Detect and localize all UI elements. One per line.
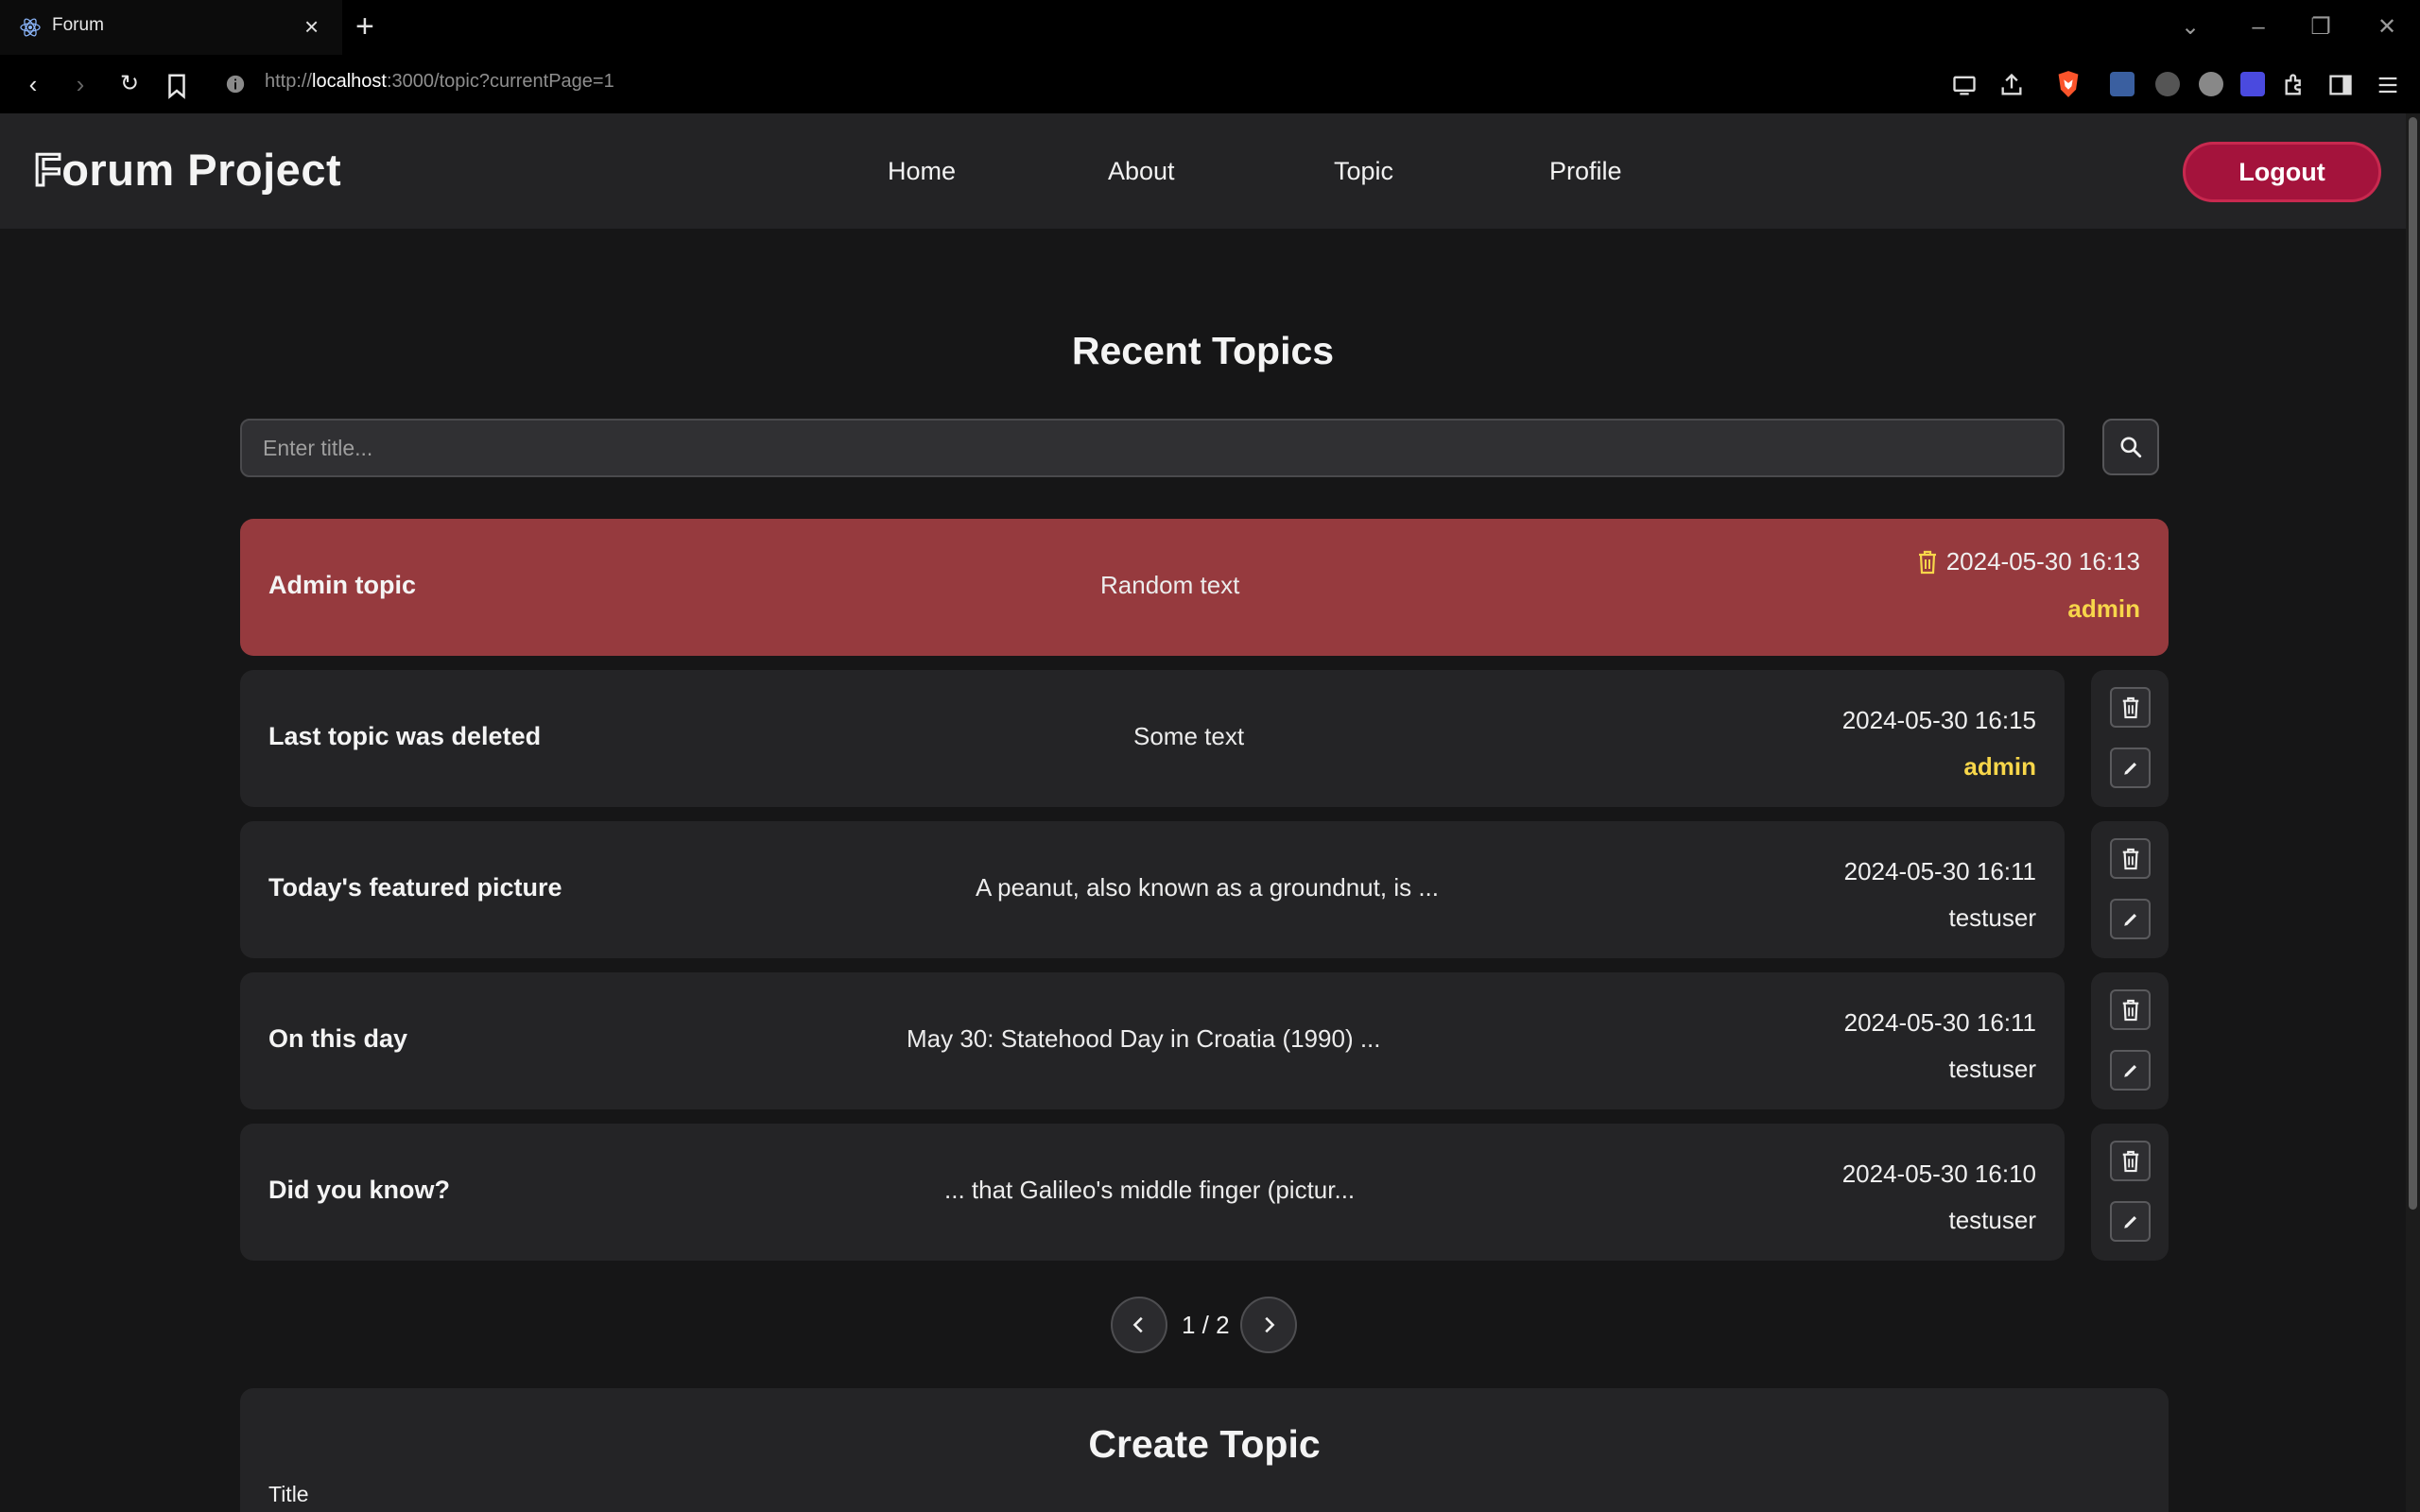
sidebar-icon[interactable] — [2327, 72, 2354, 98]
create-topic-title: Create Topic — [1088, 1422, 1321, 1466]
topic-row[interactable]: Last topic was deleted Some text 2024-05… — [240, 670, 2065, 807]
trash-icon[interactable] — [1916, 550, 1939, 575]
extension-icon[interactable] — [2110, 72, 2135, 96]
page-indicator: 1 / 2 — [1182, 1311, 1230, 1339]
topic-date: 2024-05-30 16:11 — [1843, 1008, 2036, 1037]
topic-author[interactable]: admin — [2067, 594, 2140, 624]
topic-title: On this day — [268, 1024, 408, 1053]
restore-icon[interactable]: ❐ — [2307, 13, 2335, 42]
topic-actions — [2091, 1124, 2169, 1261]
trash-icon — [2122, 848, 2138, 869]
chevron-down-icon[interactable]: ⌄ — [2176, 13, 2204, 42]
edit-topic-button[interactable] — [2110, 1201, 2151, 1242]
topic-title: Today's featured picture — [268, 873, 562, 902]
topic-date: 2024-05-30 16:10 — [1841, 1160, 2036, 1188]
pencil-icon — [2123, 1215, 2136, 1228]
topic-author[interactable]: admin — [1963, 752, 2036, 782]
delete-topic-button[interactable] — [2110, 989, 2151, 1030]
puzzle-icon[interactable] — [2282, 72, 2308, 98]
topic-title: Did you know? — [268, 1176, 450, 1204]
trash-icon — [2122, 999, 2138, 1021]
reload-icon[interactable]: ↻ — [115, 70, 144, 98]
delete-topic-button[interactable] — [2110, 838, 2151, 879]
app-navbar — [0, 113, 2406, 229]
browser-tabbar: Forum × + ⌄ – ❐ ✕ — [0, 0, 2420, 55]
trash-icon — [2122, 1150, 2138, 1172]
browser-tab[interactable]: Forum × — [0, 0, 342, 55]
next-page-button[interactable] — [1240, 1297, 1297, 1353]
topic-actions — [2091, 670, 2169, 807]
url-host: localhost — [312, 71, 387, 92]
delete-topic-button[interactable] — [2110, 687, 2151, 728]
reader-icon[interactable] — [2155, 72, 2180, 96]
search-icon — [2120, 437, 2142, 458]
search-button[interactable] — [2102, 419, 2159, 475]
scrollbar-thumb[interactable] — [2409, 117, 2417, 1210]
topic-author[interactable]: testuser — [1949, 1206, 2037, 1235]
extension-icon[interactable] — [2240, 72, 2265, 96]
close-icon[interactable]: × — [304, 13, 319, 40]
topic-title: Admin topic — [268, 571, 416, 599]
chevron-left-icon — [1132, 1316, 1143, 1333]
address-bar[interactable]: http://localhost:3000/topic?currentPage=… — [265, 71, 614, 93]
bookmark-icon[interactable] — [163, 72, 191, 100]
topic-body: Some text — [1133, 722, 1245, 750]
forward-icon[interactable]: › — [66, 70, 95, 98]
extension-icon[interactable] — [2199, 72, 2223, 96]
topic-title: Last topic was deleted — [268, 722, 542, 750]
edit-topic-button[interactable] — [2110, 1050, 2151, 1091]
topic-date: 2024-05-30 16:15 — [1841, 706, 2036, 734]
edit-topic-button[interactable] — [2110, 899, 2151, 939]
topic-row[interactable]: Did you know? ... that Galileo's middle … — [240, 1124, 2065, 1261]
cast-icon[interactable] — [1951, 72, 1978, 98]
logout-button[interactable]: Logout — [2183, 142, 2381, 202]
title-field-label: Title — [268, 1482, 309, 1506]
edit-topic-button[interactable] — [2110, 747, 2151, 788]
pencil-icon — [2123, 913, 2136, 926]
topic-date: 2024-05-30 16:13 — [1916, 547, 2140, 576]
logo-text: orum Project — [61, 145, 342, 195]
info-icon[interactable] — [225, 74, 246, 94]
topic-body: ... that Galileo's middle finger (pictur… — [944, 1176, 1356, 1204]
topic-row[interactable]: Today's featured picture A peanut, also … — [240, 821, 2065, 958]
logo-f-outline: F — [34, 144, 61, 196]
tab-title: Forum — [52, 15, 104, 35]
window-close-icon[interactable]: ✕ — [2373, 13, 2401, 42]
delete-topic-button[interactable] — [2110, 1141, 2151, 1181]
back-icon[interactable]: ‹ — [19, 70, 47, 98]
brave-shield-icon[interactable] — [2055, 70, 2082, 98]
nav-about[interactable]: About — [1108, 157, 1175, 186]
app-logo[interactable]: Forum Project — [34, 144, 341, 196]
topic-actions — [2091, 972, 2169, 1109]
pencil-icon — [2123, 1064, 2136, 1077]
menu-icon[interactable] — [2375, 72, 2401, 98]
url-rest: :3000/topic?currentPage=1 — [386, 71, 614, 92]
nav-profile[interactable]: Profile — [1549, 157, 1622, 186]
nav-home[interactable]: Home — [888, 157, 956, 186]
topic-body: Random text — [1100, 571, 1240, 599]
create-topic-card: Create Topic Title — [240, 1388, 2169, 1512]
pencil-icon — [2123, 762, 2136, 775]
new-tab-icon[interactable]: + — [355, 9, 374, 43]
chevron-right-icon — [1265, 1316, 1275, 1333]
page-title: Recent Topics — [1071, 329, 1335, 372]
minimize-icon[interactable]: – — [2244, 13, 2273, 42]
prev-page-button[interactable] — [1111, 1297, 1167, 1353]
share-icon[interactable] — [1998, 72, 2025, 98]
topic-body: May 30: Statehood Day in Croatia (1990) … — [907, 1024, 1381, 1053]
topic-author[interactable]: testuser — [1949, 903, 2037, 933]
trash-icon — [2122, 696, 2138, 718]
topic-body: A peanut, also known as a groundnut, is … — [976, 873, 1439, 902]
react-icon — [20, 18, 41, 37]
search-input[interactable] — [240, 419, 2065, 477]
topic-date-text: 2024-05-30 16:13 — [1945, 547, 2140, 576]
topic-date: 2024-05-30 16:11 — [1843, 857, 2036, 885]
nav-topic[interactable]: Topic — [1334, 157, 1393, 186]
topic-author[interactable]: testuser — [1949, 1055, 2037, 1084]
url-prefix: http:// — [265, 71, 313, 92]
topic-row[interactable]: On this day May 30: Statehood Day in Cro… — [240, 972, 2065, 1109]
topic-row-highlighted[interactable]: Admin topic Random text 2024-05-30 16:13… — [240, 519, 2169, 656]
topic-actions — [2091, 821, 2169, 958]
